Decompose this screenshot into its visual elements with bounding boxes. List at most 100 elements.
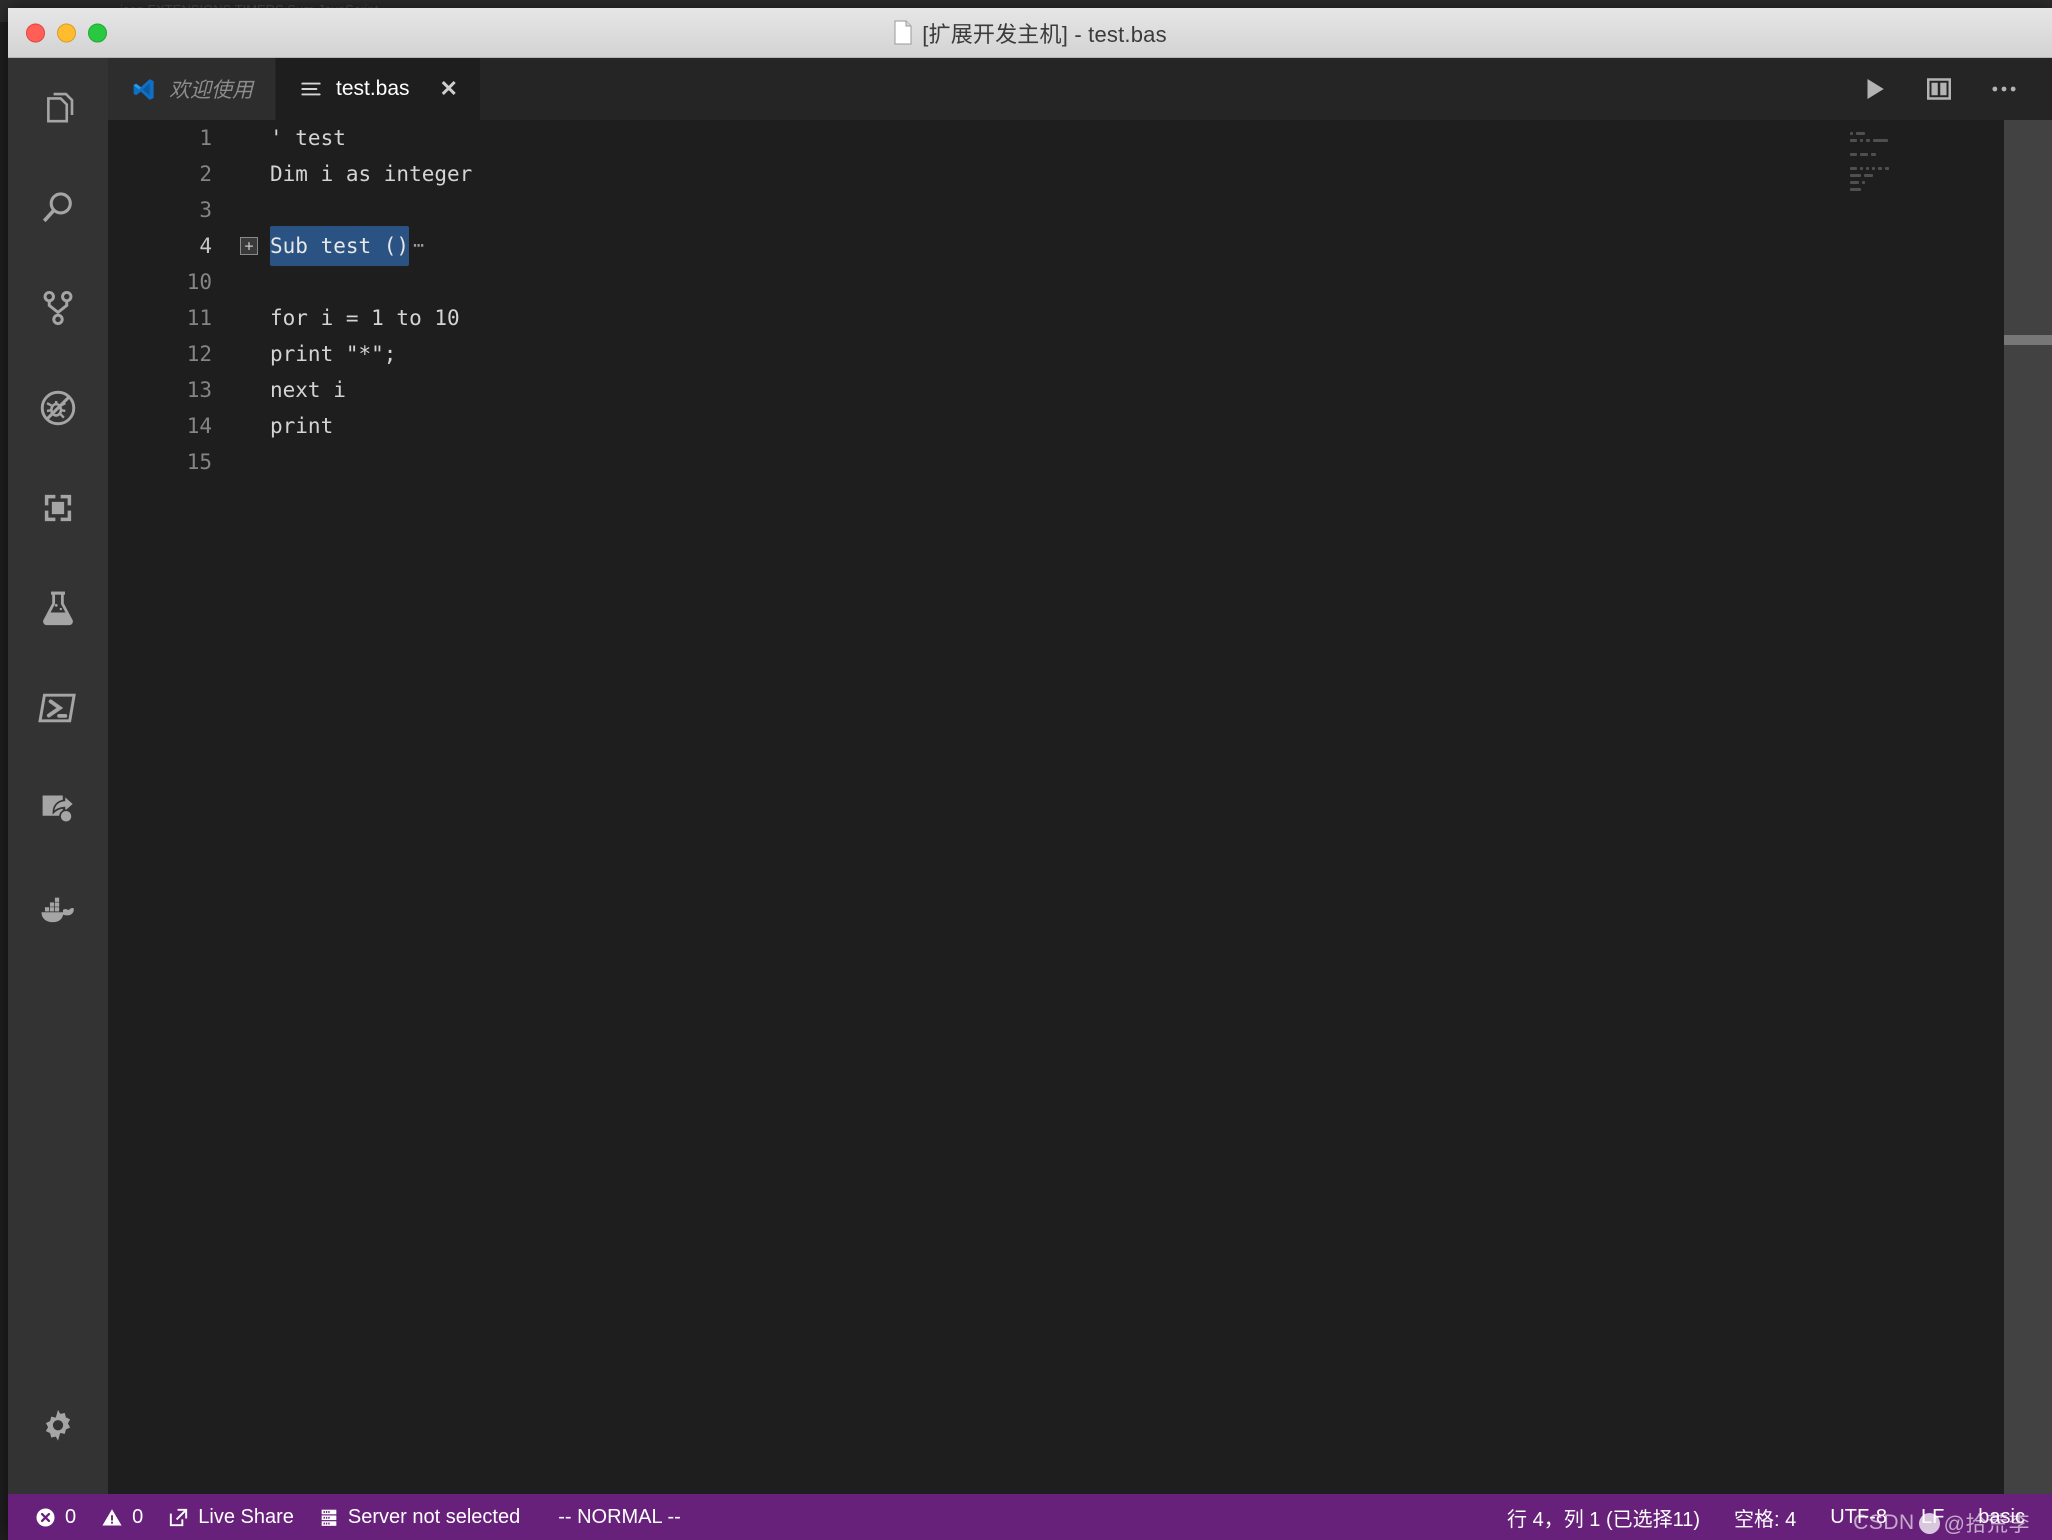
eol-label: LF [1921,1506,1944,1529]
error-count-label: 0 [65,1506,76,1529]
code-text: next i [270,372,346,408]
live-share-icon [36,786,80,830]
line-number: 2 [108,156,228,192]
minimap-line [1844,179,2004,186]
editor-area[interactable]: 1' test2Dim i as integer34+Sub test ()⋯1… [108,120,2052,1494]
minimap-token [1850,167,1857,170]
status-warning-count[interactable]: 0 [88,1494,155,1540]
play-icon[interactable] [1860,74,1890,104]
docker-whale-icon [35,885,81,931]
minimap-token [1866,167,1869,170]
sidebar-item-powershell[interactable] [8,658,108,758]
status-error-count[interactable]: 0 [22,1494,88,1540]
code-line[interactable]: 11 for i = 1 to 10 [108,300,2052,336]
vscode-logo-icon [130,76,157,103]
minimap-token [1850,139,1857,142]
status-eol[interactable]: LF [1904,1506,1961,1529]
minimap-token [1878,167,1882,170]
sidebar-item-testing[interactable] [8,558,108,658]
code-line[interactable]: 12 print "*"; [108,336,2052,372]
fold-expand-button[interactable]: + [240,237,258,255]
sidebar-item-live-share[interactable] [8,758,108,858]
tab-test-bas[interactable]: test.bas ✕ [276,58,481,120]
status-live-share[interactable]: Live Share [155,1494,306,1540]
status-encoding[interactable]: UTF-8 [1813,1506,1904,1529]
code-text: Dim i as integer [270,156,472,192]
minimap-token [1860,167,1863,170]
minimap-line [1844,158,2004,165]
minimap-line [1844,186,2004,193]
scrollbar-thumb[interactable] [2004,120,2052,1494]
code-line[interactable]: 4+Sub test ()⋯ [108,228,2052,264]
code-text: print "*"; [270,336,396,372]
code-token: print [270,408,333,444]
minimap-line [1844,151,2004,158]
minimap-token [1871,153,1875,156]
split-editor-icon[interactable] [1924,74,1954,104]
code-line[interactable]: 2 Dim i as integer [108,156,2052,192]
activity-bar [8,58,108,1494]
code-text: Sub test ()⋯ [270,226,425,266]
sidebar-item-docker[interactable] [8,858,108,958]
editor-vertical-scrollbar[interactable] [2004,120,2052,1494]
tab-bar: 欢迎使用 test.bas ✕ [108,58,2052,120]
tab-label: 欢迎使用 [169,74,253,104]
line-number: 14 [108,408,228,444]
minimap-token [1872,167,1875,170]
minimap-token [1864,174,1873,177]
beaker-icon [37,587,79,629]
document-icon [893,20,913,45]
code-line[interactable]: 15 [108,444,2052,480]
minimap-line [1844,130,2004,137]
editor-group: 欢迎使用 test.bas ✕ [108,58,2052,1494]
fold-gutter[interactable]: + [228,237,270,255]
vscode-window: [扩展开发主机] - test.bas [8,8,2052,1540]
status-indentation[interactable]: 空格: 4 [1717,1503,1813,1532]
sidebar-item-explorer[interactable] [8,58,108,158]
sidebar-item-source-control[interactable] [8,258,108,358]
warning-icon [100,1506,124,1529]
collapsed-region-indicator[interactable]: ⋯ [413,228,425,264]
language-mode-label: basic [1978,1506,2025,1529]
cursor-position-label: 行 4，列 1 (已选择11) [1507,1503,1700,1532]
code-text: for i = 1 to 10 [270,300,460,336]
line-number: 3 [108,192,228,228]
debug-alt-icon [36,386,80,430]
encoding-label: UTF-8 [1830,1506,1887,1529]
status-cursor-position[interactable]: 行 4，列 1 (已选择11) [1490,1503,1717,1532]
code-text: print [270,408,333,444]
window-title-area: [扩展开发主机] - test.bas [8,17,2052,49]
code-line[interactable]: 13next i [108,372,2052,408]
minimap[interactable] [1844,120,2004,1494]
minimap-token [1850,153,1857,156]
sidebar-item-search[interactable] [8,158,108,258]
ellipsis-icon[interactable] [1988,74,2020,104]
server-select-label: Server not selected [348,1506,520,1529]
tab-welcome[interactable]: 欢迎使用 [108,58,276,120]
sidebar-item-manage-settings[interactable] [8,1376,108,1476]
minimap-line [1844,165,2004,172]
code-line[interactable]: 3 [108,192,2052,228]
minimap-token [1850,188,1861,191]
line-number: 11 [108,300,228,336]
sidebar-item-extensions[interactable] [8,458,108,558]
scrollbar-selection-marker [2004,335,2052,345]
status-vim-mode: -- NORMAL -- [532,1494,693,1540]
warning-count-label: 0 [132,1506,143,1529]
line-number: 12 [108,336,228,372]
status-language-mode[interactable]: basic [1961,1506,2042,1529]
minimap-token [1856,132,1865,135]
sidebar-item-run-and-debug[interactable] [8,358,108,458]
status-server-select[interactable]: Server not selected [306,1494,532,1540]
code-line[interactable]: 14 print [108,408,2052,444]
code-line[interactable]: 10 [108,264,2052,300]
tab-close-button[interactable]: ✕ [440,78,458,100]
code-line[interactable]: 1' test [108,120,2052,156]
search-icon [36,186,80,230]
vim-mode-label: -- NORMAL -- [558,1506,681,1529]
code-token: Dim i as integer [270,156,472,192]
code-content[interactable]: 1' test2Dim i as integer34+Sub test ()⋯1… [108,120,2052,1494]
indentation-label: 空格: 4 [1734,1503,1796,1532]
live-share-label: Live Share [198,1506,294,1529]
live-share-icon [167,1506,190,1529]
